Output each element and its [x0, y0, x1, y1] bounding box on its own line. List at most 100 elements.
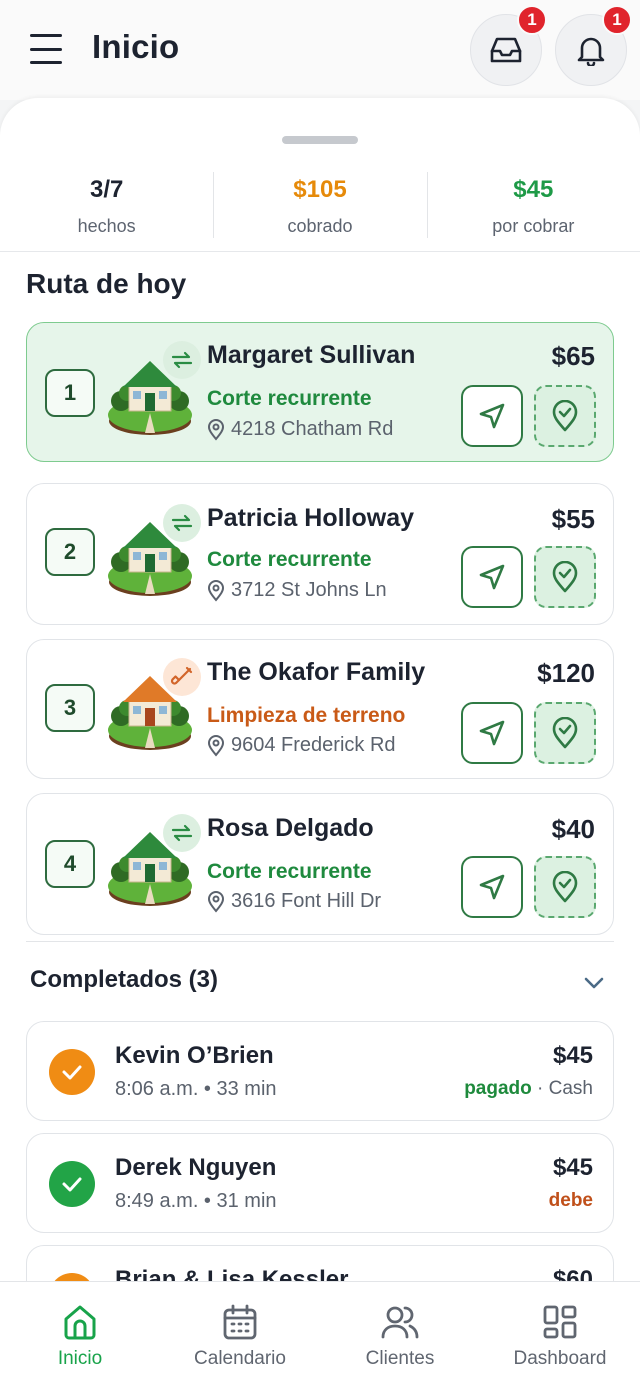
- nav-item-clientes[interactable]: Clientes: [320, 1282, 480, 1385]
- owed-label: debe: [548, 1190, 593, 1211]
- dashboard-icon: [543, 1305, 577, 1339]
- top-app-bar: Inicio 1 1: [0, 0, 640, 100]
- stop-number: 2: [45, 528, 95, 576]
- navigate-button[interactable]: [461, 385, 523, 447]
- address-text: 3712 St Johns Ln: [231, 579, 387, 601]
- bottom-navigation: Inicio Calendario Clientes Dashboard: [0, 1281, 640, 1385]
- check-in-button[interactable]: [534, 385, 596, 447]
- location-check-icon: [552, 400, 578, 432]
- service-type: Corte recurrente: [207, 548, 372, 571]
- separator: ·: [531, 1078, 549, 1099]
- bell-icon: [577, 37, 605, 66]
- navigation-arrow-icon: [479, 720, 505, 746]
- notifications-badge: 1: [602, 5, 632, 35]
- stat-done: 3/7 hechos: [0, 170, 213, 251]
- location-pin-icon: [207, 418, 225, 441]
- stat-label: cobrado: [287, 216, 353, 236]
- stat-collected: $105 cobrado: [213, 170, 426, 251]
- nav-item-inicio[interactable]: Inicio: [0, 1282, 160, 1385]
- completed-job-card[interactable]: Brian & Lisa Kessler $60: [26, 1245, 614, 1285]
- check-in-button[interactable]: [534, 856, 596, 918]
- check-in-button[interactable]: [534, 546, 596, 608]
- stat-pending: $45 por cobrar: [426, 170, 640, 251]
- service-type: Corte recurrente: [207, 387, 372, 410]
- recurring-icon: [163, 504, 201, 542]
- route-title: Ruta de hoy: [26, 268, 187, 299]
- route-stop-card[interactable]: 2 Patricia Holloway Corte recurrente 371…: [26, 483, 614, 625]
- address-text: 3616 Font Hill Dr: [231, 890, 382, 912]
- stop-number: 1: [45, 369, 95, 417]
- notifications-button[interactable]: 1: [555, 5, 632, 86]
- location-check-icon: [552, 871, 578, 903]
- client-address: 9604 Frederick Rd: [207, 734, 396, 757]
- nav-item-calendario[interactable]: Calendario: [160, 1282, 320, 1385]
- stop-number: 4: [45, 840, 95, 888]
- nav-label: Dashboard: [513, 1348, 607, 1369]
- location-check-icon: [552, 717, 578, 749]
- stat-label: por cobrar: [492, 216, 575, 236]
- calendar-icon: [223, 1304, 257, 1340]
- route-stop-card[interactable]: 4 Rosa Delgado Corte recurrente 3616 Fon…: [26, 793, 614, 935]
- nav-item-dashboard[interactable]: Dashboard: [480, 1282, 640, 1385]
- job-time: 8:06 a.m. • 33 min: [115, 1078, 277, 1100]
- stop-price: $40: [551, 814, 595, 844]
- client-name: Margaret Sullivan: [207, 341, 416, 369]
- inbox-icon: [490, 37, 522, 63]
- inbox-button[interactable]: 1: [470, 5, 547, 86]
- home-icon: [64, 1305, 96, 1340]
- recurring-icon: [163, 814, 201, 852]
- check-circle-icon: [49, 1049, 95, 1095]
- sheet-drag-handle[interactable]: [282, 136, 358, 144]
- client-address: 4218 Chatham Rd: [207, 418, 393, 441]
- job-price: $45: [552, 1154, 593, 1181]
- payment-status: debe: [549, 1190, 593, 1212]
- section-divider: [26, 941, 614, 942]
- stop-price: $120: [537, 658, 595, 688]
- route-stop-card[interactable]: 3 The Okafor Family Limpieza de terreno …: [26, 639, 614, 779]
- address-text: 4218 Chatham Rd: [231, 418, 394, 440]
- client-name: Kevin O’Brien: [115, 1042, 274, 1069]
- nav-label: Clientes: [365, 1348, 435, 1369]
- stat-value: 3/7: [89, 176, 124, 203]
- menu-icon[interactable]: [30, 34, 62, 64]
- location-pin-icon: [207, 579, 225, 602]
- location-check-icon: [552, 561, 578, 593]
- navigation-arrow-icon: [479, 874, 505, 900]
- service-type: Limpieza de terreno: [207, 704, 406, 727]
- page-title: Inicio: [92, 28, 180, 65]
- client-name: The Okafor Family: [207, 658, 426, 686]
- navigate-button[interactable]: [461, 702, 523, 764]
- users-icon: [381, 1306, 419, 1339]
- nav-label: Inicio: [57, 1348, 103, 1369]
- day-stats: 3/7 hechos $105 cobrado $45 por cobrar: [0, 170, 640, 252]
- stop-price: $55: [551, 504, 595, 534]
- check-circle-icon: [49, 1161, 95, 1207]
- client-name: Rosa Delgado: [207, 814, 374, 842]
- shovel-icon: [163, 658, 201, 696]
- stat-label: hechos: [77, 216, 136, 236]
- check-in-button[interactable]: [534, 702, 596, 764]
- address-text: 9604 Frederick Rd: [231, 734, 396, 756]
- client-name: Derek Nguyen: [115, 1154, 277, 1181]
- client-address: 3712 St Johns Ln: [207, 579, 387, 602]
- navigate-button[interactable]: [461, 546, 523, 608]
- stop-number: 3: [45, 684, 95, 732]
- completed-job-card[interactable]: Derek Nguyen 8:49 a.m. • 31 min $45 debe: [26, 1133, 614, 1233]
- completed-section-title[interactable]: Completados (3): [30, 966, 218, 994]
- payment-status: pagado · Cash: [464, 1078, 593, 1100]
- location-pin-icon: [207, 734, 225, 757]
- stat-value: $45: [513, 176, 554, 203]
- client-address: 3616 Font Hill Dr: [207, 890, 381, 913]
- navigation-arrow-icon: [479, 564, 505, 590]
- route-stop-card[interactable]: 1 Margaret Sullivan Corte recurrente 421…: [26, 322, 614, 462]
- route-sheet: 3/7 hechos $105 cobrado $45 por cobrar R…: [0, 98, 640, 1285]
- recurring-icon: [163, 341, 201, 379]
- chevron-down-icon[interactable]: [582, 973, 606, 993]
- stop-price: $65: [551, 341, 595, 371]
- completed-job-card[interactable]: Kevin O’Brien 8:06 a.m. • 33 min $45 pag…: [26, 1021, 614, 1121]
- navigate-button[interactable]: [461, 856, 523, 918]
- nav-label: Calendario: [194, 1348, 286, 1369]
- payment-method: Cash: [548, 1078, 593, 1099]
- service-type: Corte recurrente: [207, 860, 372, 883]
- stat-value: $105: [293, 176, 347, 203]
